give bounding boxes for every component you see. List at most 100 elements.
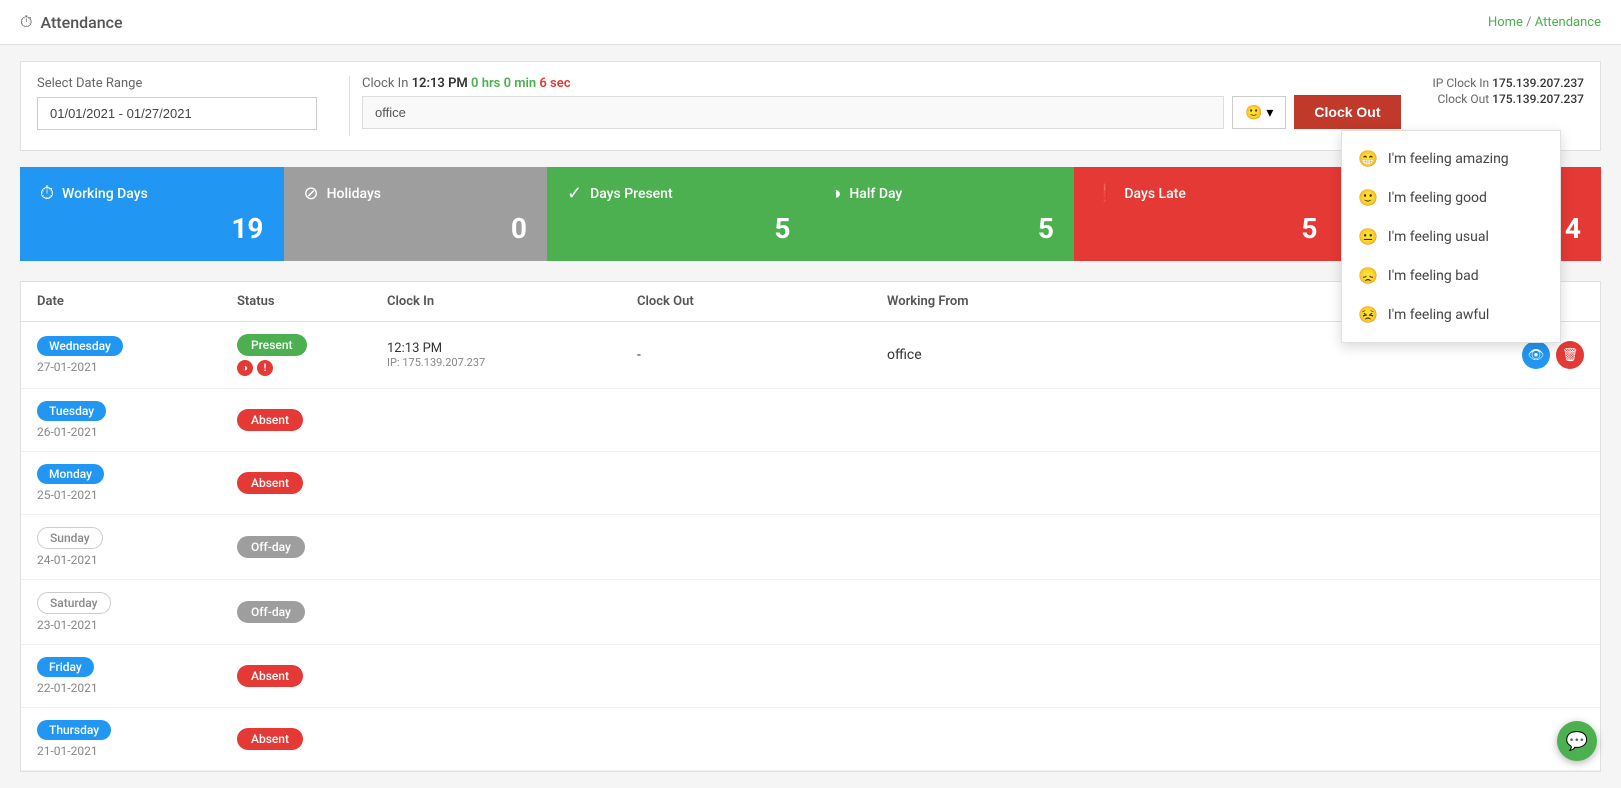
days-late-value: 5 [1094,212,1318,245]
table-row: Friday 22-01-2021 Absent [21,645,1600,708]
top-nav: ⏱ Attendance Home / Attendance [0,0,1621,45]
amazing-emoji: 😁 [1358,149,1378,168]
awful-label: I'm feeling awful [1388,307,1489,323]
day-badge: Monday [37,464,104,484]
row-status-col: Present ◑ ! [237,334,387,376]
row-date-col: Wednesday 27-01-2021 [37,336,237,374]
stat-card-holidays: ⊘ Holidays 0 [284,167,548,261]
row-clock-out-col: - [637,347,887,363]
attendance-table: Date Status Clock In Clock Out Working F… [20,281,1601,772]
clock-sec: 6 sec [539,76,570,91]
clock-info-section: Clock In 12:13 PM 0 hrs 0 min 6 sec 🙂 ▾ … [362,76,1401,129]
row-actions: 👁 🗑 [1464,341,1584,369]
holidays-value: 0 [304,212,528,245]
days-present-value: 5 [567,212,791,245]
breadcrumb-sep: / [1526,15,1531,30]
working-days-value: 19 [40,212,264,245]
holidays-label: Holidays [327,186,381,202]
row-clock-in-col: 12:13 PM IP: 175.139.207.237 [387,341,637,369]
stat-card-half-day: ◑ Half Day 5 [811,167,1075,261]
usual-emoji: 😐 [1358,227,1378,246]
status-badge: Absent [237,409,303,431]
ip-in-value: 175.139.207.237 [1492,76,1584,90]
awful-emoji: 😣 [1358,305,1378,324]
stat-card-working-days: ⏱ Working Days 19 [20,167,284,261]
col-clock-out: Clock Out [637,294,887,309]
date-sub: 21-01-2021 [37,744,237,758]
status-badge: Absent [237,472,303,494]
table-row: Sunday 24-01-2021 Off-day [21,515,1600,580]
good-emoji: 🙂 [1358,188,1378,207]
ip-clock-in-line: IP Clock In 175.139.207.237 [1433,76,1584,90]
amazing-label: I'm feeling amazing [1388,151,1509,167]
table-row: Saturday 23-01-2021 Off-day [21,580,1600,645]
clock-out-button[interactable]: Clock Out [1294,95,1400,129]
chat-icon: 💬 [1566,731,1588,752]
clock-input-row: 🙂 ▾ Clock Out [362,95,1401,129]
date-sub: 23-01-2021 [37,618,237,632]
bad-label: I'm feeling bad [1388,268,1479,284]
status-badge: Off-day [237,536,305,558]
breadcrumb: Home / Attendance [1488,15,1601,30]
half-day-value: 5 [831,212,1055,245]
clock-in-label: Clock In [362,76,408,91]
mood-item-usual[interactable]: 😐 I'm feeling usual [1342,217,1560,256]
col-clock-in: Clock In [387,294,637,309]
col-status: Status [237,294,387,309]
mood-item-good[interactable]: 🙂 I'm feeling good [1342,178,1560,217]
ip-section: IP Clock In 175.139.207.237 Clock Out 17… [1413,76,1584,106]
clock-min: 0 min [504,76,537,91]
view-button[interactable]: 👁 [1522,341,1550,369]
breadcrumb-current[interactable]: Attendance [1535,15,1601,30]
working-days-label: Working Days [62,186,148,202]
breadcrumb-home[interactable]: Home [1488,15,1523,30]
clock-hrs: 0 hrs [471,76,500,91]
date-range-section: Select Date Range [37,76,337,130]
status-badge: Present [237,334,307,356]
bad-emoji: 😞 [1358,266,1378,285]
mood-button[interactable]: 🙂 ▾ [1232,96,1286,129]
date-sub: 24-01-2021 [37,553,237,567]
days-late-icon: ❗ [1094,183,1116,204]
app-title-section: ⏱ Attendance [20,12,123,32]
clock-in-time: 12:13 PM [412,76,468,91]
divider [349,76,350,136]
date-sub: 22-01-2021 [37,681,237,695]
half-day-status-icon: ◑ [237,360,253,376]
clock-icon: ⏱ [20,12,32,32]
usual-label: I'm feeling usual [1388,229,1489,245]
ip-label: IP Clock In [1433,76,1490,90]
half-day-icon: ◑ [831,183,842,204]
days-late-label: Days Late [1124,186,1185,202]
mood-item-awful[interactable]: 😣 I'm feeling awful [1342,295,1560,334]
clock-in-val: 12:13 PM [387,341,637,356]
day-badge: Wednesday [37,336,123,356]
days-present-label: Days Present [590,186,673,202]
col-date: Date [37,294,237,309]
floating-chat-button[interactable]: 💬 [1557,721,1597,761]
table-row: Thursday 21-01-2021 Absent [21,708,1600,771]
late-status-icon: ! [257,360,273,376]
clock-time-line: Clock In 12:13 PM 0 hrs 0 min 6 sec [362,76,1401,91]
mood-dropdown: 😁 I'm feeling amazing 🙂 I'm feeling good… [1341,130,1561,343]
mood-item-amazing[interactable]: 😁 I'm feeling amazing [1342,139,1560,178]
clock-out-label2: Clock Out [1437,92,1489,106]
row-working-from-col: office [887,347,1464,363]
day-badge: Thursday [37,720,111,740]
day-badge: Sunday [37,527,103,549]
date-sub: 26-01-2021 [37,425,237,439]
stat-card-days-present: ✓ Days Present 5 [547,167,811,261]
stat-card-days-late: ❗ Days Late 5 [1074,167,1338,261]
holidays-icon: ⊘ [304,183,319,204]
app-title: Attendance [40,13,122,32]
days-present-icon: ✓ [567,183,582,204]
location-input[interactable] [362,96,1224,129]
date-sub: 25-01-2021 [37,488,237,502]
good-label: I'm feeling good [1388,190,1487,206]
mood-item-bad[interactable]: 😞 I'm feeling bad [1342,256,1560,295]
date-range-input[interactable] [37,97,317,130]
date-sub: 27-01-2021 [37,360,237,374]
delete-button[interactable]: 🗑 [1556,341,1584,369]
date-range-label: Select Date Range [37,76,337,91]
status-badge: Absent [237,728,303,750]
